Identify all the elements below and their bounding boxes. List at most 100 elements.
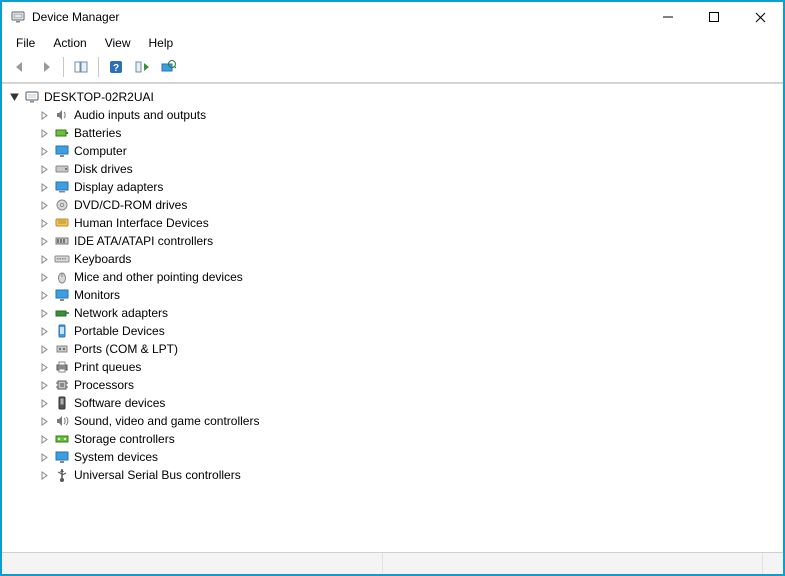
- tree-item[interactable]: Disk drives: [30, 160, 781, 178]
- device-tree[interactable]: DESKTOP-02R2UAI Audio inputs and outputs…: [2, 83, 783, 552]
- show-hide-console-button[interactable]: [69, 56, 93, 78]
- device-manager-icon: [10, 9, 26, 25]
- tree-root-node[interactable]: DESKTOP-02R2UAI: [8, 88, 781, 106]
- tree-item-label: Portable Devices: [74, 324, 165, 338]
- chevron-right-icon[interactable]: [38, 181, 50, 193]
- tree-item[interactable]: System devices: [30, 448, 781, 466]
- tree-item-label: Human Interface Devices: [74, 216, 209, 230]
- window-title: Device Manager: [32, 10, 119, 24]
- optical-drive-icon: [54, 197, 70, 213]
- tree-root-label: DESKTOP-02R2UAI: [44, 90, 154, 104]
- tree-item[interactable]: Universal Serial Bus controllers: [30, 466, 781, 484]
- menu-action[interactable]: Action: [45, 34, 94, 52]
- chevron-right-icon[interactable]: [38, 343, 50, 355]
- port-icon: [54, 341, 70, 357]
- tree-item[interactable]: Software devices: [30, 394, 781, 412]
- chevron-right-icon[interactable]: [38, 271, 50, 283]
- close-button[interactable]: [737, 2, 783, 32]
- maximize-button[interactable]: [691, 2, 737, 32]
- toolbar: ?: [2, 54, 783, 83]
- menu-help[interactable]: Help: [141, 34, 182, 52]
- storage-controller-icon: [54, 431, 70, 447]
- toolbar-separator: [98, 57, 99, 77]
- properties-button[interactable]: [130, 56, 154, 78]
- tree-item[interactable]: DVD/CD-ROM drives: [30, 196, 781, 214]
- tree-item[interactable]: Print queues: [30, 358, 781, 376]
- help-button[interactable]: ?: [104, 56, 128, 78]
- tree-item[interactable]: Audio inputs and outputs: [30, 106, 781, 124]
- chevron-right-icon[interactable]: [38, 127, 50, 139]
- chevron-right-icon[interactable]: [38, 253, 50, 265]
- tree-item[interactable]: Network adapters: [30, 304, 781, 322]
- tree-item-label: Display adapters: [74, 180, 163, 194]
- status-cell: [2, 553, 383, 574]
- chevron-right-icon[interactable]: [38, 289, 50, 301]
- tree-item[interactable]: Processors: [30, 376, 781, 394]
- chevron-right-icon[interactable]: [38, 415, 50, 427]
- tree-item[interactable]: Portable Devices: [30, 322, 781, 340]
- network-adapter-icon: [54, 305, 70, 321]
- tree-item-label: DVD/CD-ROM drives: [74, 198, 187, 212]
- software-device-icon: [54, 395, 70, 411]
- tree-item[interactable]: Human Interface Devices: [30, 214, 781, 232]
- ide-icon: [54, 233, 70, 249]
- tree-item-label: IDE ATA/ATAPI controllers: [74, 234, 213, 248]
- tree-item[interactable]: Storage controllers: [30, 430, 781, 448]
- chevron-right-icon[interactable]: [38, 109, 50, 121]
- tree-item[interactable]: Display adapters: [30, 178, 781, 196]
- tree-item[interactable]: Sound, video and game controllers: [30, 412, 781, 430]
- chevron-right-icon[interactable]: [38, 325, 50, 337]
- tree-item[interactable]: Keyboards: [30, 250, 781, 268]
- chevron-right-icon[interactable]: [38, 163, 50, 175]
- system-device-icon: [54, 449, 70, 465]
- tree-item-label: Monitors: [74, 288, 120, 302]
- tree-item-label: Storage controllers: [74, 432, 175, 446]
- chevron-right-icon[interactable]: [38, 397, 50, 409]
- chevron-right-icon[interactable]: [38, 145, 50, 157]
- chevron-right-icon[interactable]: [38, 217, 50, 229]
- tree-item[interactable]: Batteries: [30, 124, 781, 142]
- tree-item-label: Network adapters: [74, 306, 168, 320]
- tree-item-label: Universal Serial Bus controllers: [74, 468, 241, 482]
- back-button[interactable]: [8, 56, 32, 78]
- chevron-right-icon[interactable]: [38, 199, 50, 211]
- tree-item[interactable]: Computer: [30, 142, 781, 160]
- chevron-right-icon[interactable]: [38, 235, 50, 247]
- tree-item[interactable]: Mice and other pointing devices: [30, 268, 781, 286]
- window-controls: [645, 2, 783, 32]
- disk-icon: [54, 161, 70, 177]
- forward-button[interactable]: [34, 56, 58, 78]
- minimize-button[interactable]: [645, 2, 691, 32]
- status-grip: [763, 553, 783, 574]
- usb-icon: [54, 467, 70, 483]
- tree-item-label: Ports (COM & LPT): [74, 342, 178, 356]
- chevron-right-icon[interactable]: [38, 451, 50, 463]
- monitor-icon: [54, 287, 70, 303]
- sound-controller-icon: [54, 413, 70, 429]
- chevron-right-icon[interactable]: [38, 379, 50, 391]
- tree-item[interactable]: Monitors: [30, 286, 781, 304]
- display-adapter-icon: [54, 179, 70, 195]
- chevron-right-icon[interactable]: [38, 469, 50, 481]
- battery-icon: [54, 125, 70, 141]
- computer-root-icon: [24, 89, 40, 105]
- chevron-right-icon[interactable]: [38, 433, 50, 445]
- tree-item-label: Batteries: [74, 126, 121, 140]
- chevron-right-icon[interactable]: [38, 361, 50, 373]
- tree-item-label: System devices: [74, 450, 158, 464]
- chevron-down-icon[interactable]: [8, 91, 20, 103]
- titlebar: Device Manager: [2, 2, 783, 32]
- tree-item-label: Audio inputs and outputs: [74, 108, 206, 122]
- menu-file[interactable]: File: [8, 34, 43, 52]
- statusbar: [2, 552, 783, 574]
- chevron-right-icon[interactable]: [38, 307, 50, 319]
- tree-item-label: Disk drives: [74, 162, 133, 176]
- tree-item-label: Processors: [74, 378, 134, 392]
- device-manager-window: Device Manager File Action View Help: [0, 0, 785, 576]
- mouse-icon: [54, 269, 70, 285]
- scan-hardware-button[interactable]: [156, 56, 180, 78]
- tree-item[interactable]: IDE ATA/ATAPI controllers: [30, 232, 781, 250]
- menu-view[interactable]: View: [97, 34, 139, 52]
- tree-item[interactable]: Ports (COM & LPT): [30, 340, 781, 358]
- portable-device-icon: [54, 323, 70, 339]
